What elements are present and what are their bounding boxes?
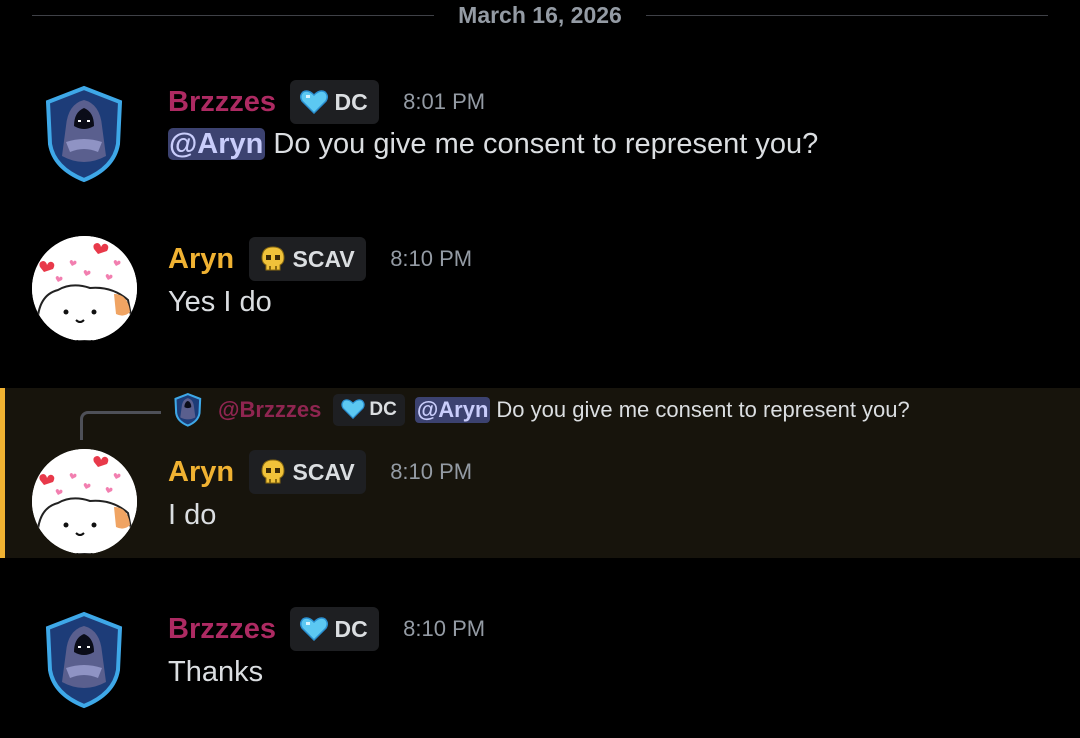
hooded-warrior-avatar-icon [45, 85, 123, 183]
guild-tag[interactable]: DC [290, 80, 379, 124]
username[interactable]: Brzzzes [168, 79, 276, 125]
reply-connector [80, 411, 161, 440]
cat-with-hearts-avatar-icon [32, 236, 137, 341]
reply-guild-tag: DC [333, 394, 405, 426]
timestamp[interactable]: 8:10 PM [390, 236, 472, 282]
avatar[interactable] [32, 608, 137, 713]
username[interactable]: Aryn [168, 449, 234, 495]
message-header: Brzzzes DC 8:01 PM [168, 79, 485, 125]
message-header: Aryn SCAV 8:10 PM [168, 236, 472, 282]
guild-tag[interactable]: SCAV [248, 450, 366, 494]
guild-tag[interactable]: SCAV [248, 237, 366, 281]
cat-with-hearts-avatar-icon [32, 449, 137, 554]
guild-tag-label: SCAV [292, 459, 355, 485]
username[interactable]: Aryn [168, 236, 234, 282]
avatar[interactable] [32, 236, 137, 341]
timestamp[interactable]: 8:01 PM [403, 79, 485, 125]
skull-icon [261, 459, 285, 484]
message-header: Aryn SCAV 8:10 PM [168, 449, 472, 495]
reply-avatar[interactable] [170, 392, 206, 428]
divider-line-right [646, 15, 1048, 16]
hooded-warrior-avatar-icon [45, 611, 123, 709]
divider-date: March 16, 2026 [458, 2, 622, 28]
message-content: Thanks [168, 656, 263, 689]
reply-guild-tag-label: DC [369, 399, 397, 420]
user-mention[interactable]: @Aryn [168, 128, 266, 160]
hooded-warrior-avatar-icon [170, 392, 206, 428]
username[interactable]: Brzzzes [168, 606, 276, 652]
divider-line-left [32, 15, 434, 16]
message-content: @Aryn Do you give me consent to represen… [168, 128, 818, 161]
timestamp[interactable]: 8:10 PM [403, 606, 485, 652]
message-text: Thanks [168, 656, 264, 688]
message-text: Yes I do [168, 286, 272, 318]
message-content: I do [168, 499, 216, 532]
timestamp[interactable]: 8:10 PM [390, 449, 472, 495]
skull-icon [261, 246, 285, 271]
message-text: I do [168, 499, 217, 531]
blue-heart-icon [300, 617, 329, 641]
guild-tag-label: DC [334, 89, 368, 115]
avatar[interactable] [32, 449, 137, 554]
reply-mention[interactable]: @Aryn [414, 397, 491, 423]
guild-tag[interactable]: DC [290, 607, 379, 651]
reply-text[interactable]: Do you give me consent to represent you? [496, 397, 909, 423]
message-text: Do you give me consent to represent you? [265, 128, 819, 160]
blue-heart-icon [300, 90, 329, 114]
message-header: Brzzzes DC 8:10 PM [168, 606, 485, 652]
date-divider: March 16, 2026 [32, 0, 1048, 32]
guild-tag-label: SCAV [292, 246, 355, 272]
reply-username[interactable]: @Brzzzes [218, 397, 321, 423]
reply-preview[interactable]: @Brzzzes DC @Aryn Do you give me consent … [170, 392, 910, 430]
mention-highlight-bar [0, 388, 5, 558]
message-content: Yes I do [168, 286, 272, 319]
blue-heart-icon [341, 399, 366, 420]
avatar[interactable] [32, 82, 137, 187]
guild-tag-label: DC [334, 616, 368, 642]
